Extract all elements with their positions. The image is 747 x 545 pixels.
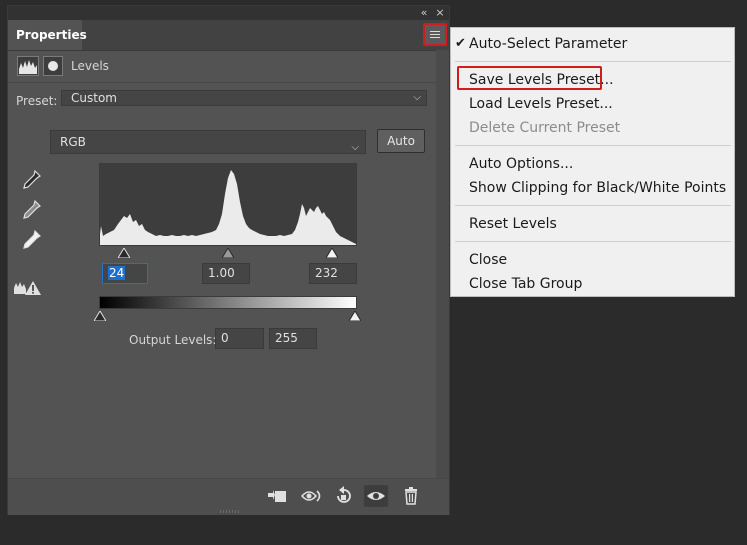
auto-button[interactable]: Auto [377, 129, 425, 153]
histogram [99, 163, 357, 246]
menu-item-close[interactable]: Close [469, 250, 507, 270]
menu-separator [455, 241, 731, 242]
menu-item-auto-select-parameter[interactable]: Auto-Select Parameter [469, 34, 627, 54]
output-levels-label: Output Levels: [129, 333, 217, 347]
channel-value: RGB [60, 135, 86, 149]
gray-eyedropper-icon[interactable] [20, 199, 42, 221]
hamburger-icon [430, 37, 440, 38]
panel-resize-grip[interactable] [220, 510, 240, 513]
output-white-slider[interactable] [348, 310, 362, 322]
clip-to-layer-icon[interactable] [265, 485, 289, 507]
layer-mask-icon[interactable] [43, 56, 63, 76]
panel-menu-button[interactable] [423, 23, 447, 46]
white-point-slider[interactable] [325, 247, 339, 259]
adjustment-header: Levels [8, 50, 449, 83]
checkmark-icon: ✔ [455, 36, 466, 51]
menu-separator [455, 205, 731, 206]
chevron-down-icon: ⌵ [351, 142, 359, 153]
menu-item-delete-current-preset: Delete Current Preset [469, 120, 621, 136]
hamburger-icon [430, 31, 440, 32]
view-previous-icon[interactable] [300, 485, 324, 507]
save-preset-highlight [457, 66, 602, 90]
menu-item-load-levels-preset[interactable]: Load Levels Preset... [469, 94, 613, 114]
panel-tab-bar: Properties [8, 20, 449, 51]
input-white-field[interactable]: 232 [309, 263, 357, 284]
clipping-warning-icon[interactable] [13, 279, 43, 297]
black-point-slider[interactable] [117, 247, 131, 259]
panel-scrollbar[interactable] [436, 50, 449, 478]
menu-item-show-clipping[interactable]: Show Clipping for Black/White Points [469, 178, 726, 198]
preset-label: Preset: [16, 94, 58, 108]
menu-item-reset-levels[interactable]: Reset Levels [469, 214, 557, 234]
output-black-slider[interactable] [93, 310, 107, 322]
collapse-panel-icon[interactable]: « [417, 6, 431, 20]
output-black-field[interactable]: 0 [215, 328, 264, 349]
black-eyedropper-icon[interactable] [20, 169, 42, 191]
tab-properties[interactable]: Properties [8, 20, 87, 50]
input-black-field[interactable]: 24 [102, 263, 148, 284]
visibility-eye-icon[interactable] [364, 485, 388, 507]
menu-item-auto-options[interactable]: Auto Options... [469, 154, 573, 174]
properties-panel: « × Properties Levels Preset: Custom ⌵ R… [7, 5, 450, 515]
menu-item-close-tab-group[interactable]: Close Tab Group [469, 274, 582, 294]
levels-adjustment-icon [17, 56, 39, 76]
preset-value: Custom [71, 91, 117, 105]
input-gamma-field[interactable]: 1.00 [202, 263, 250, 284]
channel-dropdown[interactable]: RGB ⌵ [50, 130, 366, 154]
gamma-slider[interactable] [221, 247, 235, 259]
output-white-field[interactable]: 255 [269, 328, 317, 349]
menu-separator [455, 61, 731, 62]
white-eyedropper-icon[interactable] [20, 229, 42, 251]
panel-top-strip: « × [8, 6, 449, 20]
input-black-value: 24 [108, 266, 126, 280]
trash-icon[interactable] [399, 485, 423, 507]
output-gradient [99, 296, 357, 309]
preset-dropdown[interactable]: Custom ⌵ [61, 90, 427, 106]
reset-icon[interactable] [332, 485, 356, 507]
chevron-down-icon: ⌵ [413, 92, 421, 103]
hamburger-icon [430, 34, 440, 35]
menu-separator [455, 145, 731, 146]
close-panel-icon[interactable]: × [433, 6, 447, 20]
adjustment-label: Levels [71, 59, 109, 73]
